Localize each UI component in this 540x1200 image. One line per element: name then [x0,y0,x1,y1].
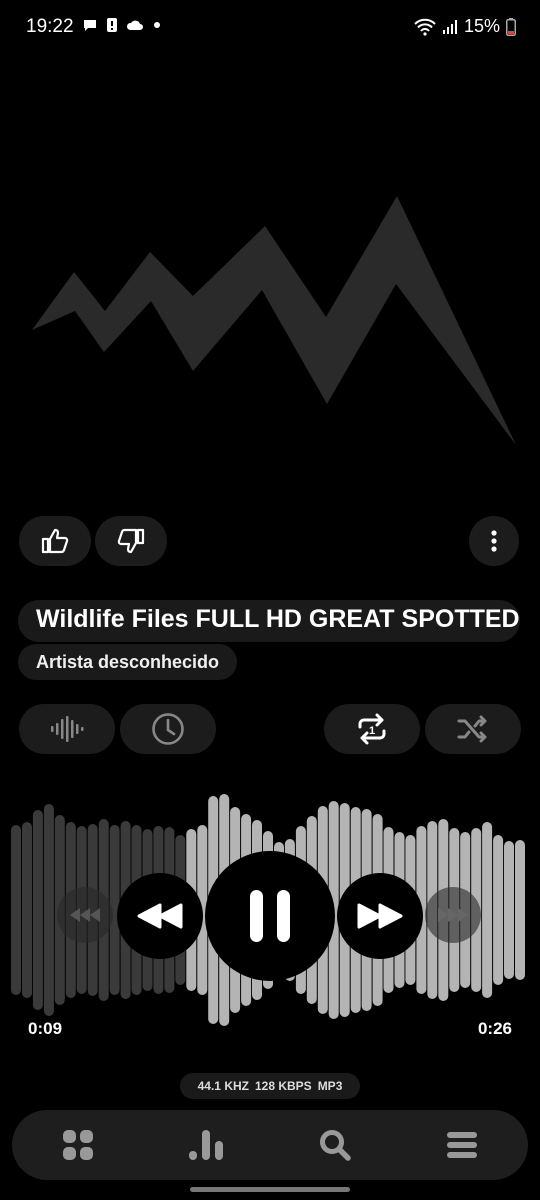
elapsed-time: 0:09 [28,1019,63,1038]
bottom-navigation [12,1110,528,1180]
shuffle-button[interactable] [425,704,521,754]
cloud-icon [126,20,143,30]
status-time: 19:22 [26,16,74,37]
more-vertical-icon [491,530,497,552]
sleep-timer-button[interactable] [120,704,216,754]
waveform-bar [482,822,493,998]
waveform-bar [493,835,504,985]
waveform-icon [51,716,84,742]
dislike-button[interactable] [95,516,167,566]
waveform-bar [22,822,32,998]
repeat-one-icon: 1 [358,713,386,745]
svg-text:1: 1 [369,725,375,737]
rewind-icon [137,903,183,929]
track-title: Wildlife Files FULL HD GREAT SPOTTED [36,605,520,633]
waveform-bar [504,841,514,979]
track-title-box[interactable]: Wildlife Files FULL HD GREAT SPOTTED [18,600,520,642]
thumbs-up-icon [41,528,69,554]
battery-percent: 15% [463,16,500,36]
thumbs-down-icon [117,528,145,554]
rewind-button[interactable] [117,873,203,959]
status-bar: 19:22 15% [0,0,540,56]
skip-forward-icon [438,908,468,922]
sample-rate: 44.1 KHZ [197,1079,249,1093]
skip-back-button[interactable] [57,887,113,943]
visualizer-button[interactable] [19,704,115,754]
waveform-bar [515,840,525,980]
signal-icon [442,19,457,34]
nav-search[interactable] [290,1110,380,1180]
wifi-icon [414,18,436,36]
audio-info-chip: 44.1 KHZ 128 KBPS MP3 [180,1073,360,1099]
bar-chart-icon [189,1130,223,1160]
like-button[interactable] [19,516,91,566]
nav-menu[interactable] [417,1110,507,1180]
album-art [32,196,516,445]
waveform-bar [32,810,43,1010]
artist-name: Artista desconhecido [36,651,220,672]
nav-library[interactable] [33,1110,123,1180]
pause-icon [250,890,290,942]
skip-back-icon [70,908,100,922]
skip-forward-button[interactable] [425,887,481,943]
clock-icon [152,713,184,745]
menu-icon [447,1132,477,1158]
repeat-button[interactable]: 1 [324,704,420,754]
search-icon [320,1130,351,1161]
fast-forward-button[interactable] [337,873,423,959]
fast-forward-icon [357,903,403,929]
waveform-bar [11,825,21,995]
bitrate: 128 KBPS [254,1079,312,1093]
chat-icon [84,20,96,31]
shuffle-icon [457,715,487,743]
artist-chip[interactable]: Artista desconhecido [18,644,238,680]
nav-stats[interactable] [161,1110,251,1180]
more-button[interactable] [469,516,519,566]
grid-icon [63,1130,93,1160]
alert-icon [107,18,117,32]
home-indicator [190,1187,350,1192]
waveform-bar [43,804,54,1016]
total-duration: 0:26 [477,1019,512,1038]
dot-icon [154,22,160,28]
pause-button[interactable] [205,851,335,981]
audio-format: MP3 [317,1079,343,1093]
battery-icon [506,17,516,36]
